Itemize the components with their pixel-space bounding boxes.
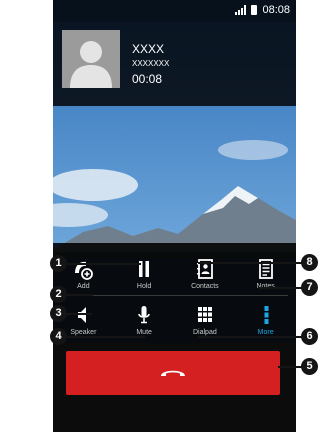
more-label: More [257, 329, 274, 336]
callout-1: 1 [50, 255, 67, 272]
callout-3: 3 [50, 305, 67, 322]
callout-7: 7 [301, 279, 318, 296]
contacts-button[interactable]: Contacts [175, 253, 236, 297]
end-call-icon [161, 370, 185, 376]
mute-label: Mute [136, 329, 152, 336]
callout-line-8 [198, 262, 302, 264]
caller-avatar [62, 30, 120, 88]
call-controls-panel: Add Hold Contacts Speaker Mute Dialpad M… [53, 243, 296, 343]
callout-8: 8 [301, 254, 318, 271]
notes-icon [258, 259, 273, 279]
callout-line-2 [66, 294, 93, 296]
callout-2: 2 [50, 286, 67, 303]
add-call-icon [75, 261, 94, 280]
callout-line-6 [198, 336, 302, 338]
call-duration: 00:08 [132, 72, 163, 86]
controls-divider [61, 295, 288, 296]
caller-info-panel: XXXX XXXXXXX 00:08 [53, 22, 296, 106]
phone-screen: 08:08 XXXX XXXXXXX 00:08 Add Hold Contac… [53, 0, 296, 432]
end-call-panel [53, 343, 296, 432]
callout-line-3 [66, 313, 92, 315]
end-call-button[interactable] [66, 351, 280, 395]
status-time: 08:08 [262, 4, 290, 16]
status-bar: 08:08 [53, 0, 296, 22]
microphone-icon [138, 306, 150, 324]
hold-button[interactable]: Hold [114, 253, 175, 297]
callout-line-4 [66, 336, 145, 338]
callout-4: 4 [50, 328, 67, 345]
battery-icon [251, 5, 258, 15]
callout-line-1 [66, 263, 141, 265]
contacts-label: Contacts [191, 283, 219, 290]
callout-line-5 [278, 366, 302, 368]
person-icon [62, 30, 120, 88]
dialpad-label: Dialpad [193, 329, 217, 336]
caller-name: XXXX [132, 42, 165, 56]
more-icon [264, 306, 269, 324]
callout-6: 6 [301, 328, 318, 345]
dialpad-icon [197, 307, 212, 322]
caller-number: XXXXXXX [132, 59, 170, 68]
callout-line-7 [258, 287, 302, 289]
hold-label: Hold [136, 283, 152, 290]
contacts-icon [196, 259, 213, 279]
notes-button[interactable]: Notes [235, 253, 296, 297]
signal-icon [235, 5, 247, 15]
pause-icon [139, 261, 150, 277]
speaker-icon [78, 307, 87, 323]
callout-5: 5 [301, 358, 318, 375]
